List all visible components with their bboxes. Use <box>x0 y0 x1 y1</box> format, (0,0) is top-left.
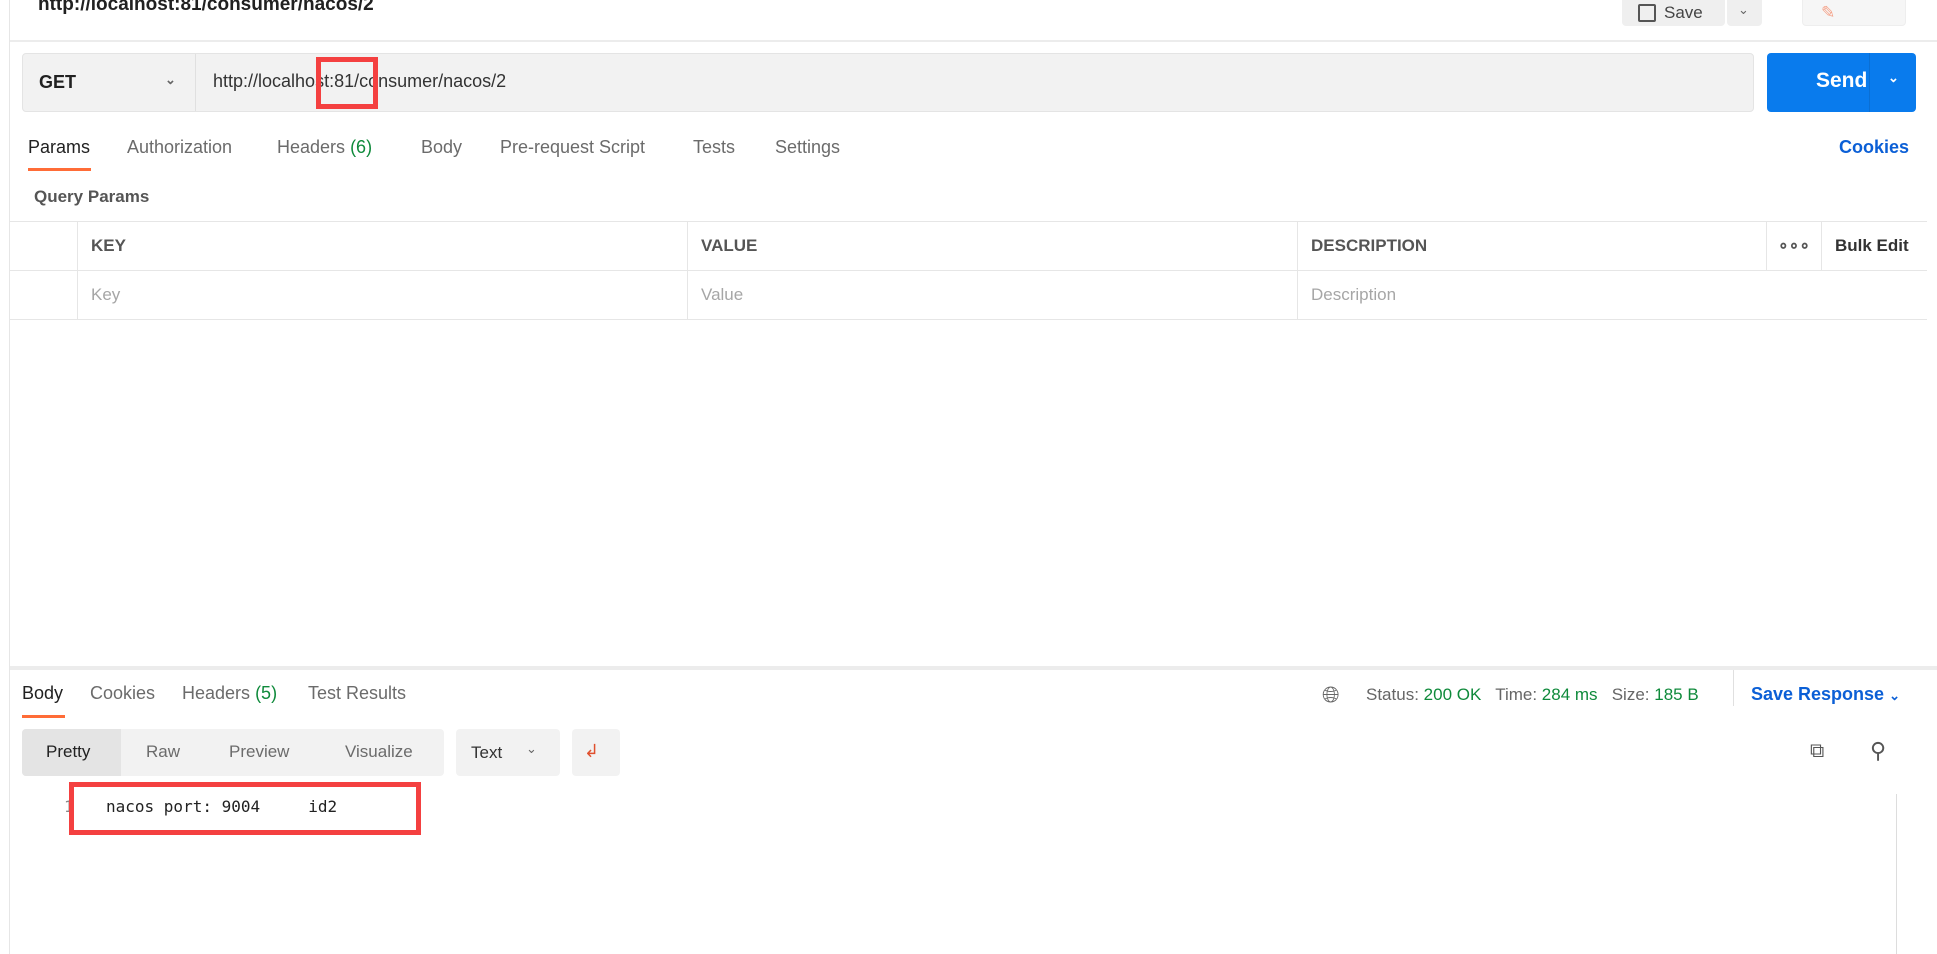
scrollbar[interactable] <box>1896 794 1897 954</box>
status-value: 200 OK <box>1423 685 1482 704</box>
request-title: http://localhost:81/consumer/nacos/2 <box>38 0 374 15</box>
search-icon[interactable]: ⚲ <box>1870 738 1886 764</box>
size-value: 185 B <box>1654 685 1699 704</box>
save-button[interactable]: Save <box>1622 0 1725 26</box>
wrap-lines-button[interactable]: ↲ <box>572 729 620 776</box>
cookies-link[interactable]: Cookies <box>1839 137 1909 158</box>
chevron-down-icon[interactable]: ⌄ <box>1888 70 1899 86</box>
copy-icon[interactable]: ⧉ <box>1810 740 1824 763</box>
key-input[interactable]: Key <box>77 270 687 319</box>
view-pretty[interactable]: Pretty <box>46 742 90 762</box>
view-visualize[interactable]: Visualize <box>345 742 413 762</box>
response-body: nacos port: 9004 id2 <box>106 797 338 816</box>
response-tab-body[interactable]: Body <box>22 683 63 704</box>
tab-pre-request-script[interactable]: Pre-request Script <box>500 137 645 158</box>
divider <box>1733 670 1734 706</box>
response-tab-headers[interactable]: Headers (5) <box>182 683 277 704</box>
description-input[interactable]: Description <box>1297 270 1927 319</box>
response-tab-test-results[interactable]: Test Results <box>308 683 406 704</box>
tab-params[interactable]: Params <box>28 137 90 158</box>
response-tab-cookies[interactable]: Cookies <box>90 683 155 704</box>
highlight-box <box>316 57 378 109</box>
format-select[interactable]: Text ⌄ <box>456 729 560 776</box>
tab-settings[interactable]: Settings <box>775 137 840 158</box>
column-key: KEY <box>77 222 687 270</box>
column-value: VALUE <box>687 222 1297 270</box>
save-icon <box>1638 4 1656 22</box>
save-response-button[interactable]: Save Response ⌄ <box>1751 684 1900 705</box>
pencil-icon: ✎ <box>1821 3 1836 22</box>
method-select[interactable]: GET ⌄ <box>23 54 196 111</box>
table-row: Key Value Description <box>10 270 1927 320</box>
value-input[interactable]: Value <box>687 270 1297 319</box>
more-options-icon[interactable]: ∘∘∘ <box>1766 222 1821 270</box>
globe-icon[interactable]: 🌐︎ <box>1322 682 1340 708</box>
view-raw[interactable]: Raw <box>146 742 180 762</box>
url-bar: GET ⌄ http://localhost:81/consumer/nacos/… <box>22 53 1754 112</box>
query-params-title: Query Params <box>34 187 150 206</box>
send-options-divider <box>1869 53 1870 112</box>
chevron-down-icon: ⌄ <box>526 741 537 756</box>
column-description: DESCRIPTION <box>1297 222 1766 270</box>
divider <box>10 40 1937 42</box>
tab-authorization[interactable]: Authorization <box>127 137 232 158</box>
view-mode-tabs: Pretty Raw Preview Visualize <box>22 729 444 776</box>
view-preview[interactable]: Preview <box>229 742 289 762</box>
edit-comment-buttons[interactable]: ✎ <box>1802 0 1906 26</box>
left-border <box>9 0 10 954</box>
active-tab-indicator <box>28 168 91 171</box>
chevron-down-icon: ⌄ <box>165 72 176 87</box>
params-table-header: KEY VALUE DESCRIPTION ∘∘∘ Bulk Edit <box>10 221 1927 271</box>
active-tab-indicator <box>22 715 65 718</box>
pane-resizer[interactable] <box>10 666 1937 670</box>
tab-tests[interactable]: Tests <box>693 137 735 158</box>
send-button[interactable]: Send ⌄ <box>1767 53 1916 112</box>
time-value: 284 ms <box>1541 685 1598 704</box>
tab-headers[interactable]: Headers (6) <box>277 137 372 158</box>
save-dropdown-button[interactable]: ⌄ <box>1727 0 1762 26</box>
tab-body[interactable]: Body <box>421 137 462 158</box>
response-meta: Status: 200 OK Time: 284 ms Size: 185 B <box>1366 685 1699 704</box>
wrap-icon: ↲ <box>584 741 600 761</box>
bulk-edit-button[interactable]: Bulk Edit <box>1821 222 1927 270</box>
